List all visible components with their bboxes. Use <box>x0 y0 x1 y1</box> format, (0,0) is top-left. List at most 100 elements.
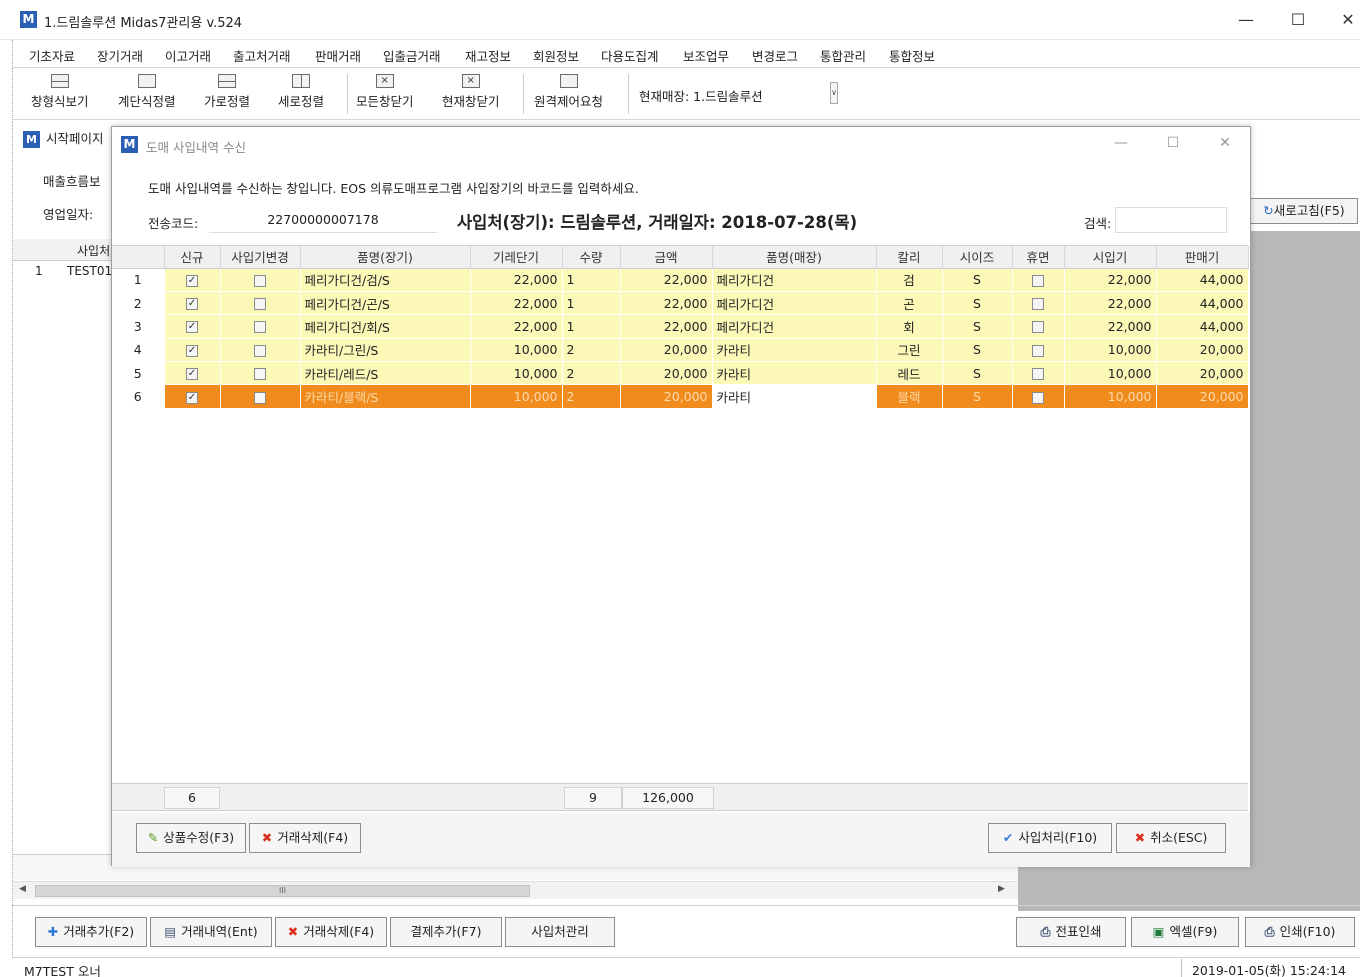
tab-start-page[interactable]: M 시작페이지 <box>23 128 104 150</box>
store-item-name[interactable]: 페리가디건 <box>712 291 877 316</box>
price-change-checkbox[interactable] <box>220 314 301 339</box>
new-checkbox[interactable]: ✓ <box>164 361 221 386</box>
dormant-checkbox[interactable] <box>1012 361 1065 386</box>
price-change-checkbox[interactable] <box>220 268 301 292</box>
new-checkbox[interactable]: ✓ <box>164 291 221 316</box>
close-all-button[interactable]: × 모든창닫기 <box>356 74 414 116</box>
buy-price[interactable]: 10,000 <box>1064 338 1157 363</box>
sell-price[interactable]: 44,000 <box>1156 291 1249 316</box>
new-checkbox[interactable]: ✓ <box>164 338 221 363</box>
price-change-checkbox[interactable] <box>220 361 301 386</box>
window-format-button[interactable]: 창형식보기 <box>31 74 89 116</box>
ledger-unit-price[interactable]: 22,000 <box>470 291 563 316</box>
menu-change-log[interactable]: 변경로그 <box>752 46 798 65</box>
buy-price[interactable]: 10,000 <box>1064 361 1157 386</box>
column-header[interactable]: 품명(장기) <box>300 246 471 269</box>
scroll-right-icon[interactable]: ▶ <box>998 884 1005 894</box>
color[interactable]: 회 <box>876 314 943 339</box>
column-header[interactable]: 품명(매장) <box>712 246 877 269</box>
background-row-supplier[interactable]: TEST01 <box>67 264 112 278</box>
ledger-item-name[interactable]: 카라티/블랙/S <box>300 384 471 409</box>
ledger-item-name[interactable]: 페리가디건/검/S <box>300 268 471 292</box>
menu-outbound-trade[interactable]: 출고처거래 <box>233 46 291 65</box>
column-header[interactable]: 시이즈 <box>942 246 1013 269</box>
store-item-name[interactable]: 카라티 <box>712 361 877 386</box>
store-item-name[interactable]: 카라티 <box>712 338 877 363</box>
ledger-unit-price[interactable]: 22,000 <box>470 314 563 339</box>
supplier-management-button[interactable]: 사입처관리 <box>505 917 615 947</box>
new-checkbox[interactable]: ✓ <box>164 268 221 292</box>
column-header[interactable]: 금액 <box>620 246 713 269</box>
buy-price[interactable]: 22,000 <box>1064 314 1157 339</box>
menu-integrated-info[interactable]: 통합정보 <box>889 46 935 65</box>
store-item-name[interactable]: 페리가디건 <box>712 314 877 339</box>
table-row[interactable]: 3 ✓ 페리가디건/회/S 22,000 1 22,000 페리가디건 회 S … <box>112 314 1249 339</box>
menu-cash-trade[interactable]: 입출금거래 <box>383 46 441 65</box>
quantity[interactable]: 1 <box>562 314 621 339</box>
dormant-checkbox[interactable] <box>1012 384 1065 409</box>
dormant-checkbox[interactable] <box>1012 291 1065 316</box>
sell-price[interactable]: 20,000 <box>1156 361 1249 386</box>
color[interactable]: 블랙 <box>876 384 943 409</box>
horizontal-scrollbar[interactable]: ◀ III ▶ <box>13 881 1018 899</box>
cascade-button[interactable]: 계단식정렬 <box>118 74 176 116</box>
ledger-unit-price[interactable]: 10,000 <box>470 384 563 409</box>
scroll-left-icon[interactable]: ◀ <box>19 884 26 894</box>
table-row[interactable]: 1 ✓ 페리가디건/검/S 22,000 1 22,000 페리가디건 검 S … <box>112 268 1249 292</box>
add-trade-button[interactable]: ✚ 거래추가(F2) <box>35 917 147 947</box>
column-header[interactable]: 시입기 <box>1064 246 1157 269</box>
price-change-checkbox[interactable] <box>220 384 301 409</box>
dormant-checkbox[interactable] <box>1012 268 1065 292</box>
store-item-name[interactable]: 페리가디건 <box>712 268 877 292</box>
ledger-unit-price[interactable]: 22,000 <box>470 268 563 292</box>
tile-vertical-button[interactable]: 세로정렬 <box>278 74 324 116</box>
quantity[interactable]: 1 <box>562 291 621 316</box>
buy-price[interactable]: 10,000 <box>1064 384 1157 409</box>
quantity[interactable]: 2 <box>562 338 621 363</box>
size[interactable]: S <box>942 384 1013 409</box>
ledger-item-name[interactable]: 페리가디건/곤/S <box>300 291 471 316</box>
dormant-checkbox[interactable] <box>1012 314 1065 339</box>
amount[interactable]: 20,000 <box>620 384 713 409</box>
remote-control-button[interactable]: 원격제어요청 <box>534 74 603 116</box>
dormant-checkbox[interactable] <box>1012 338 1065 363</box>
buy-price[interactable]: 22,000 <box>1064 268 1157 292</box>
store-dropdown-icon[interactable]: ∨ <box>830 82 838 104</box>
ledger-unit-price[interactable]: 10,000 <box>470 338 563 363</box>
size[interactable]: S <box>942 338 1013 363</box>
ledger-item-name[interactable]: 페리가디건/회/S <box>300 314 471 339</box>
column-header[interactable]: 칼리 <box>876 246 943 269</box>
color[interactable]: 검 <box>876 268 943 292</box>
table-row-selected[interactable]: 6 ✓ 카라티/블랙/S 10,000 2 20,000 카라티 블랙 S 10… <box>112 384 1249 409</box>
dialog-delete-trade-button[interactable]: ✖ 거래삭제(F4) <box>249 823 361 853</box>
tile-horizontal-button[interactable]: 가로정렬 <box>204 74 250 116</box>
ledger-item-name[interactable]: 카라티/레드/S <box>300 361 471 386</box>
quantity[interactable]: 1 <box>562 268 621 292</box>
minimize-button[interactable]: — <box>1234 9 1258 31</box>
amount[interactable]: 22,000 <box>620 268 713 292</box>
column-header[interactable]: 기레단기 <box>470 246 563 269</box>
process-purchase-button[interactable]: ✔ 사입처리(F10) <box>988 823 1112 853</box>
new-checkbox[interactable]: ✓ <box>164 384 221 409</box>
menu-stock-info[interactable]: 재고정보 <box>465 46 511 65</box>
table-row[interactable]: 5 ✓ 카라티/레드/S 10,000 2 20,000 카라티 레드 S 10… <box>112 361 1249 386</box>
sell-price[interactable]: 44,000 <box>1156 314 1249 339</box>
dialog-close-button[interactable]: ✕ <box>1214 135 1236 153</box>
sell-price[interactable]: 20,000 <box>1156 384 1249 409</box>
excel-button[interactable]: ▣ 엑셀(F9) <box>1131 917 1239 947</box>
color[interactable]: 레드 <box>876 361 943 386</box>
amount[interactable]: 20,000 <box>620 338 713 363</box>
quantity[interactable]: 2 <box>562 384 621 409</box>
size[interactable]: S <box>942 314 1013 339</box>
menu-multi-summary[interactable]: 다용도집계 <box>601 46 659 65</box>
menu-transfer-trade[interactable]: 이고거래 <box>165 46 211 65</box>
edit-product-button[interactable]: ✎ 상품수정(F3) <box>136 823 246 853</box>
price-change-checkbox[interactable] <box>220 338 301 363</box>
size[interactable]: S <box>942 268 1013 292</box>
slip-print-button[interactable]: ⎙ 전표인쇄 <box>1016 917 1126 947</box>
new-checkbox[interactable]: ✓ <box>164 314 221 339</box>
column-header[interactable]: 휴면 <box>1012 246 1065 269</box>
add-payment-button[interactable]: 결제추가(F7) <box>390 917 502 947</box>
transfer-code-input[interactable] <box>209 207 437 233</box>
table-row[interactable]: 4 ✓ 카라티/그린/S 10,000 2 20,000 카라티 그린 S 10… <box>112 338 1249 363</box>
